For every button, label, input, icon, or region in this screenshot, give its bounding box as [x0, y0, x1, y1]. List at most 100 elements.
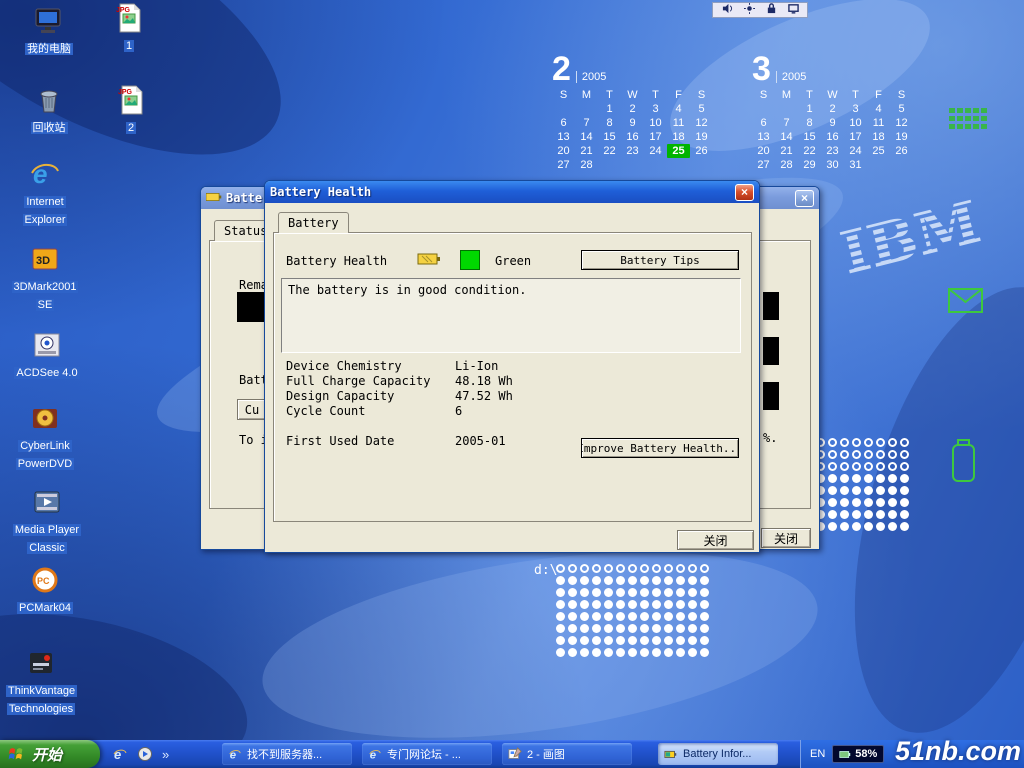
- dialog-title: Battery Health: [270, 185, 735, 199]
- desktop-icon-acdsee[interactable]: ACDSee 4.0: [12, 329, 82, 381]
- task-label: 专门网论坛 - ...: [387, 746, 461, 762]
- close-icon: ×: [801, 192, 808, 204]
- dialog-close-button-bottom[interactable]: 关闭: [677, 530, 754, 550]
- charge-gauge-fragment: [237, 292, 267, 322]
- gauge-block: [763, 337, 779, 365]
- task-label: Battery Infor...: [683, 748, 751, 760]
- watermark: 51nb.com: [895, 736, 1021, 767]
- desktop-icon-label: ThinkVantage Technologies: [6, 685, 77, 715]
- field-label: Full Charge Capacity: [286, 374, 455, 389]
- start-label: 开始: [32, 744, 62, 765]
- desktop-icon-3dmark2001-se[interactable]: 3D 3DMark2001 SE: [10, 243, 80, 313]
- media-player-classic-icon: [30, 486, 64, 518]
- task-label: 找不到服务器...: [247, 746, 322, 762]
- 3dmark2001-se-icon: 3D: [28, 243, 62, 275]
- background-close-button[interactable]: 关闭: [761, 528, 811, 548]
- field-label: First Used Date: [286, 434, 455, 449]
- taskbar-task-battery[interactable]: Battery Infor...: [658, 743, 778, 765]
- lock-icon: [766, 1, 777, 19]
- battery-tray-badge[interactable]: 58%: [832, 745, 884, 763]
- windows-flag-icon: [8, 745, 26, 763]
- gauge-block: [763, 292, 779, 320]
- condition-textbox: The battery is in good condition.: [281, 278, 741, 353]
- background-window-close-button[interactable]: ×: [795, 190, 814, 207]
- desktop-icon-jpg-file-2[interactable]: JPG2: [96, 84, 166, 136]
- paint-icon: [508, 747, 522, 761]
- desktop-icon-internet-explorer[interactable]: e Internet Explorer: [10, 158, 80, 228]
- desktop-icon-label: ACDSee 4.0: [14, 367, 79, 379]
- field-label: Cycle Count: [286, 404, 455, 419]
- desktop-icon-media-player-classic[interactable]: Media Player Classic: [12, 486, 82, 556]
- battery-status-text: Green: [495, 254, 531, 268]
- desktop-icon-jpg-file-1[interactable]: JPG 1: [94, 2, 164, 54]
- taskbar-task-paint[interactable]: 2 - 画图: [502, 743, 632, 765]
- field-value: 6: [455, 404, 462, 419]
- tab-battery[interactable]: Battery: [278, 212, 349, 233]
- field-value: 48.18 Wh: [455, 374, 513, 389]
- battery-tips-button[interactable]: Battery Tips: [581, 250, 739, 270]
- desktop-icon-label: Media Player Classic: [13, 524, 81, 554]
- taskbar-task-ie[interactable]: e 找不到服务器...: [222, 743, 352, 765]
- field-row: Full Charge Capacity48.18 Wh: [286, 374, 736, 389]
- desktop-icon-label: 1: [124, 40, 134, 52]
- acdsee-icon: [30, 329, 64, 361]
- task-label: 2 - 画图: [527, 746, 565, 762]
- desktop-icon-label: PCMark04: [17, 602, 73, 614]
- field-label: Device Chemistry: [286, 359, 455, 374]
- recycle-bin-icon: [32, 84, 66, 116]
- desktop-icon-label: 3DMark2001 SE: [12, 281, 79, 311]
- condition-text: The battery is in good condition.: [288, 283, 526, 297]
- gauge-block: [763, 382, 779, 410]
- media-player-quicklaunch-icon[interactable]: [137, 746, 153, 762]
- svg-text:e: e: [33, 159, 47, 189]
- battery-percent: 58%: [855, 748, 877, 760]
- desktop-icon-label: CyberLink PowerDVD: [16, 440, 74, 470]
- cyberlink-powerdvd-icon: [28, 402, 62, 434]
- battery-fields: Device ChemistryLi-IonFull Charge Capaci…: [286, 359, 736, 449]
- brightness-icon: [744, 1, 755, 19]
- chevron-icon[interactable]: »: [162, 747, 169, 762]
- field-row: Cycle Count6: [286, 404, 736, 419]
- field-row: Design Capacity47.52 Wh: [286, 389, 736, 404]
- svg-text:PC: PC: [37, 576, 50, 586]
- language-indicator[interactable]: EN: [810, 748, 825, 760]
- percent-text-fragment: %.: [763, 431, 777, 445]
- improve-battery-health-button[interactable]: Improve Battery Health...: [581, 438, 739, 458]
- internet-explorer-icon: e: [28, 158, 62, 190]
- desktop-icon-label: Internet Explorer: [23, 196, 68, 226]
- desktop-icon-pcmark04[interactable]: PC PCMark04: [10, 564, 80, 616]
- battery-window-icon: [206, 191, 222, 205]
- desktop-icon-label: 回收站: [31, 122, 68, 134]
- battery-health-dialog: Battery Health × Battery Battery Health …: [264, 180, 760, 553]
- field-label: Design Capacity: [286, 389, 455, 404]
- osd-status-bar: [712, 2, 808, 18]
- desktop-icon-thinkvantage-technologies[interactable]: ThinkVantage Technologies: [6, 647, 76, 717]
- customize-button-fragment[interactable]: Cu: [237, 399, 267, 420]
- ie-icon: e: [228, 747, 242, 761]
- ie-quicklaunch-icon[interactable]: e: [112, 746, 128, 762]
- field-value: 47.52 Wh: [455, 389, 513, 404]
- dialog-close-button[interactable]: ×: [735, 184, 754, 201]
- dialog-titlebar[interactable]: Battery Health ×: [265, 181, 759, 203]
- taskbar: 开始 e » e 找不到服务器... e 专门网论坛 - ... 2 - 画图 Batte…: [0, 740, 1024, 768]
- desktop-icon-recycle-bin[interactable]: 回收站: [14, 84, 84, 136]
- thinkvantage-technologies-icon: [24, 647, 58, 679]
- desktop-icon-cyberlink-powerdvd[interactable]: CyberLink PowerDVD: [10, 402, 80, 472]
- field-value: Li-Ion: [455, 359, 498, 374]
- svg-text:e: e: [114, 747, 121, 762]
- taskbar-tasks: e 找不到服务器... e 专门网论坛 - ... 2 - 画图 Battery Info…: [222, 743, 778, 765]
- close-icon: ×: [741, 186, 748, 198]
- display-icon: [788, 1, 799, 19]
- start-button[interactable]: 开始: [0, 740, 100, 768]
- tray-battery-icon: [839, 750, 851, 759]
- battery-health-label: Battery Health: [286, 254, 387, 268]
- quick-launch: e »: [112, 740, 169, 768]
- jpg-file-2-icon: JPG: [114, 84, 148, 116]
- battery-status-color: [460, 250, 480, 270]
- svg-text:JPG: JPG: [118, 89, 133, 96]
- small-battery-icon: [417, 252, 441, 271]
- ie-icon: e: [368, 747, 382, 761]
- desktop-icon-my-computer[interactable]: 我的电脑: [14, 5, 84, 57]
- taskbar-task-ie[interactable]: e 专门网论坛 - ...: [362, 743, 492, 765]
- jpg-file-1-icon: JPG: [112, 2, 146, 34]
